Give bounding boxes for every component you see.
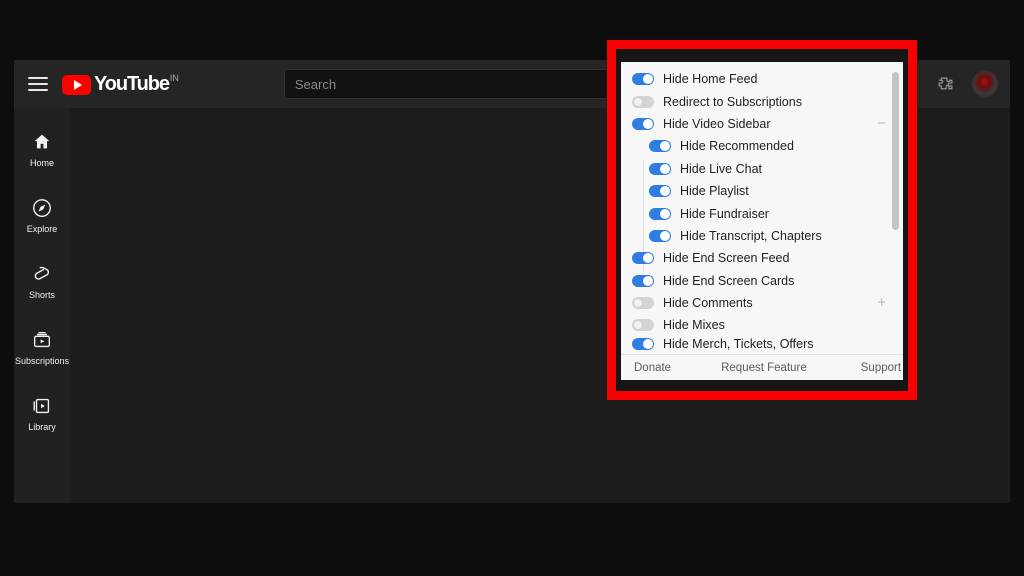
toggle-switch-off[interactable] [632,96,654,108]
toggle-knob [660,209,670,219]
setting-row[interactable]: Hide End Screen Cards [621,270,903,292]
toggle-switch-on[interactable] [632,338,654,350]
sidebar-item-home[interactable]: Home [14,116,70,182]
setting-label: Redirect to Subscriptions [663,95,802,109]
sidebar-item-library[interactable]: Library [14,380,70,446]
toggle-knob [660,141,670,151]
popup-footer: Donate Request Feature Support [621,354,903,380]
setting-row[interactable]: Hide Recommended [621,135,903,157]
rows-host: Hide Home Feed Redirect to Subscriptions H… [621,68,903,351]
youtube-left-rail: Home Explore Shorts Subscriptions [14,108,70,503]
setting-row[interactable]: Hide Video Sidebar − [621,113,903,135]
sidebar-item-label: Home [30,158,54,168]
settings-toggle-list[interactable]: Hide Home Feed Redirect to Subscriptions H… [621,62,903,354]
youtube-logo-text: YouTube [94,73,169,95]
toggle-switch-on[interactable] [649,208,671,220]
toggle-knob [660,164,670,174]
collapse-icon[interactable]: − [877,118,886,130]
search-input[interactable] [284,69,629,99]
setting-row[interactable]: Hide End Screen Feed [621,247,903,269]
toggle-switch-off[interactable] [632,319,654,331]
setting-label: Hide Playlist [680,184,749,198]
toggle-knob [643,339,653,349]
hamburger-menu-icon[interactable] [28,77,48,91]
toggle-knob [643,276,653,286]
toggle-knob [660,186,670,196]
setting-label: Hide Fundraiser [680,207,769,221]
setting-row[interactable]: Hide Home Feed [621,68,903,90]
toggle-switch-on[interactable] [632,275,654,287]
setting-row[interactable]: Hide Mixes [621,314,903,336]
compass-icon [31,197,53,219]
setting-row[interactable]: Hide Transcript, Chapters [621,225,903,247]
youtube-country-code: IN [170,73,179,84]
donate-link[interactable]: Donate [634,362,671,374]
setting-label: Hide Merch, Tickets, Offers [663,337,814,351]
search-container [284,69,629,99]
setting-label: Hide Recommended [680,139,794,153]
setting-row[interactable]: Hide Fundraiser [621,202,903,224]
setting-row[interactable]: Hide Comments + [621,292,903,314]
setting-label: Hide Live Chat [680,162,762,176]
setting-label: Hide Transcript, Chapters [680,229,822,243]
setting-label: Hide Video Sidebar [663,117,770,131]
support-link[interactable]: Support [861,362,901,374]
toggle-switch-on[interactable] [632,73,654,85]
setting-row[interactable]: Redirect to Subscriptions [621,90,903,112]
sidebar-item-label: Shorts [29,290,55,300]
setting-label: Hide End Screen Feed [663,251,789,265]
extensions-puzzle-icon[interactable] [937,76,954,93]
play-triangle [74,80,82,90]
sidebar-item-label: Explore [27,224,58,234]
request-feature-link[interactable]: Request Feature [721,362,807,374]
sidebar-item-subscriptions[interactable]: Subscriptions [14,314,70,380]
toggle-knob [633,298,643,308]
setting-label: Hide Mixes [663,318,725,332]
toggle-switch-on[interactable] [632,252,654,264]
toggle-knob [643,74,653,84]
subscriptions-icon [31,329,53,351]
toggle-switch-on[interactable] [649,230,671,242]
setting-label: Hide Comments [663,296,753,310]
vertical-scrollbar[interactable] [894,66,901,350]
sidebar-item-label: Subscriptions [15,356,69,366]
hamburger-line [28,89,48,91]
account-avatar[interactable] [972,71,998,97]
shorts-icon [31,263,53,285]
toggle-knob [633,320,643,330]
hamburger-line [28,83,48,85]
toggle-knob [643,253,653,263]
toggle-switch-on[interactable] [649,185,671,197]
setting-row[interactable]: Hide Live Chat [621,158,903,180]
setting-label: Hide End Screen Cards [663,274,794,288]
sidebar-item-shorts[interactable]: Shorts [14,248,70,314]
scrollbar-thumb[interactable] [892,72,899,230]
home-icon [31,131,53,153]
library-icon [31,395,53,417]
toggle-switch-on[interactable] [649,140,671,152]
youtube-play-icon [62,75,91,95]
sidebar-item-label: Library [28,422,56,432]
toggle-switch-off[interactable] [632,297,654,309]
expand-icon[interactable]: + [877,297,886,309]
header-actions [937,60,998,108]
youtube-logo[interactable]: YouTube IN [62,73,179,95]
extension-popup: Hide Home Feed Redirect to Subscriptions H… [621,62,903,380]
toggle-knob [633,97,643,107]
toggle-knob [660,231,670,241]
setting-row[interactable]: Hide Playlist [621,180,903,202]
toggle-knob [643,119,653,129]
setting-row[interactable]: Hide Merch, Tickets, Offers [621,337,903,351]
toggle-switch-on[interactable] [632,118,654,130]
toggle-switch-on[interactable] [649,163,671,175]
setting-label: Hide Home Feed [663,72,758,86]
sidebar-item-explore[interactable]: Explore [14,182,70,248]
hamburger-line [28,77,48,79]
